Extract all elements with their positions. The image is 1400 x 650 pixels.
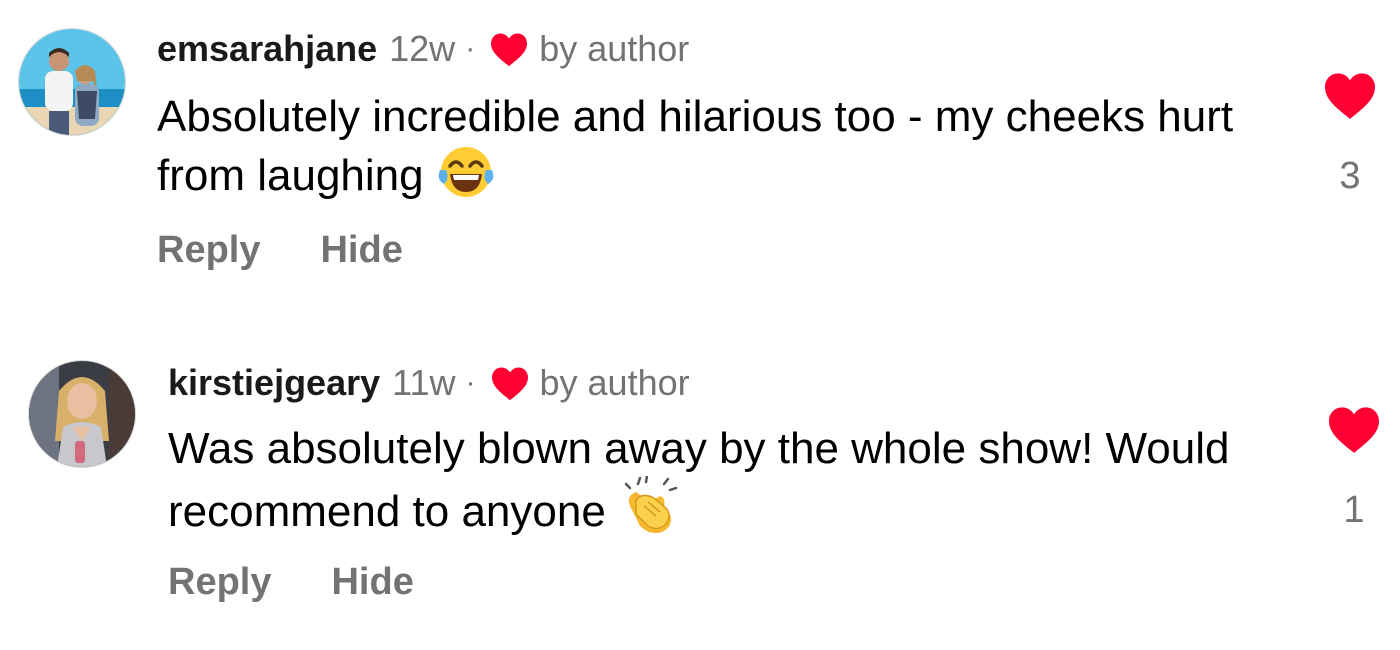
like-count[interactable]: 1 — [1294, 490, 1400, 530]
avatar[interactable] — [28, 360, 136, 468]
liked-by-author-label: by author — [539, 362, 690, 403]
like-control: 1 — [1294, 404, 1400, 530]
reply-button[interactable]: Reply — [168, 558, 271, 606]
comment-meta: kirstiejgeary 11w · by author — [168, 360, 690, 406]
separator-dot: · — [465, 366, 476, 399]
hide-button[interactable]: Hide — [320, 226, 402, 274]
heart-icon — [491, 367, 528, 401]
comment-text: Absolutely incredible and hilarious too … — [157, 92, 1234, 200]
like-heart-icon[interactable] — [1326, 404, 1382, 454]
username[interactable]: emsarahjane — [157, 26, 377, 72]
comment-actions: Reply Hide — [157, 226, 463, 274]
comment-actions: Reply Hide — [168, 558, 474, 606]
comment-text-block: Absolutely incredible and hilarious too … — [157, 90, 1257, 213]
comment-text-block: Was absolutely blown away by the whole s… — [168, 422, 1268, 549]
hide-button[interactable]: Hide — [331, 558, 413, 606]
comment-meta: emsarahjane 12w · by author — [157, 26, 689, 72]
like-control: 3 — [1290, 70, 1400, 196]
heart-icon — [491, 33, 528, 67]
comment-time: 11w — [392, 362, 456, 403]
comment-time: 12w — [389, 28, 456, 69]
reply-button[interactable]: Reply — [157, 226, 260, 274]
liked-by-author-label: by author — [539, 28, 690, 69]
username[interactable]: kirstiejgeary — [168, 360, 380, 406]
like-count[interactable]: 3 — [1290, 156, 1400, 196]
separator-dot: · — [465, 32, 476, 65]
like-heart-icon[interactable] — [1322, 70, 1378, 120]
clapping-hands-icon — [620, 474, 680, 549]
face-with-tears-of-joy-icon — [438, 144, 494, 213]
avatar[interactable] — [18, 28, 126, 136]
comment-text: Was absolutely blown away by the whole s… — [168, 424, 1230, 536]
